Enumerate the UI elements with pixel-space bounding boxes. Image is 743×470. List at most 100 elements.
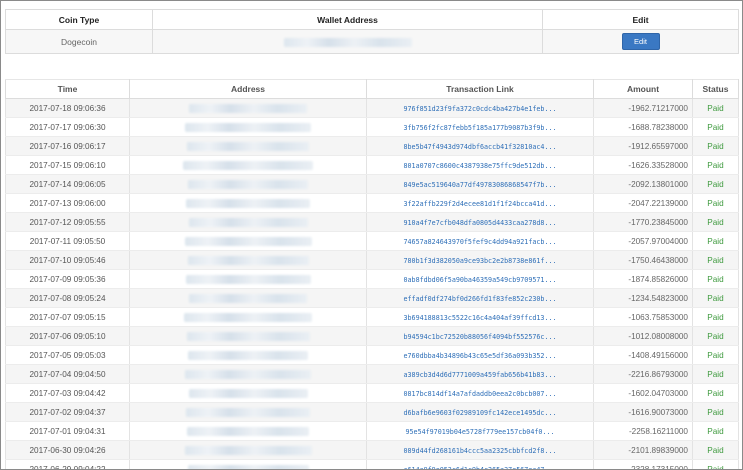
- transaction-link[interactable]: 849e5ac519640a77df49783086868547f7b...: [404, 181, 557, 189]
- time-cell: 2017-07-03 09:04:42: [5, 383, 130, 403]
- header-status: Status: [692, 79, 739, 99]
- transaction-link[interactable]: 089d44fd268161b4ccc5aa2325cbbfcd2f8...: [404, 447, 557, 455]
- transaction-link[interactable]: 801a0707c8600c4387938e75ffc9de512db...: [404, 162, 557, 170]
- amount-cell: -1616.90073000: [593, 402, 693, 422]
- status-cell: Paid: [692, 307, 739, 327]
- edit-cell: Edit: [542, 29, 739, 54]
- time-cell: 2017-06-30 09:04:26: [5, 440, 130, 460]
- wallet-table: Coin Type Wallet Address Edit Dogecoin E…: [5, 9, 739, 54]
- transaction-link[interactable]: 910a4f7e7cfb048dfa0805d4433caa278d8...: [404, 219, 557, 227]
- transaction-link[interactable]: a389cb3d4d6d7771009a459fab656b41b83...: [404, 371, 557, 379]
- amount-cell: -2216.86793000: [593, 364, 693, 384]
- address-redacted: [187, 255, 309, 265]
- amount-cell: -1602.04703000: [593, 383, 693, 403]
- status-cell: Paid: [692, 269, 739, 289]
- table-row: 2017-07-14 09:06:05 849e5ac519640a77df497…: [5, 174, 739, 194]
- address-cell: [129, 364, 367, 384]
- transaction-link-cell: 849e5ac519640a77df49783086868547f7b...: [366, 174, 594, 194]
- status-cell: Paid: [692, 440, 739, 460]
- amount-cell: -2258.16211000: [593, 421, 693, 441]
- table-row: 2017-07-15 09:06:10 801a0707c8600c4387938…: [5, 155, 739, 175]
- status-cell: Paid: [692, 326, 739, 346]
- time-cell: 2017-07-07 09:05:15: [5, 307, 130, 327]
- address-redacted: [188, 350, 308, 360]
- address-cell: [129, 326, 367, 346]
- transaction-link-cell: 3b694188813c5522c16c4a404af39ffcd13...: [366, 307, 594, 327]
- transaction-link[interactable]: 3fb756f2fc87febb5f185a177b9087b3f9b...: [404, 124, 557, 132]
- address-cell: [129, 174, 367, 194]
- table-row: 2017-07-11 09:05:50 74657a824643970f5fef9…: [5, 231, 739, 251]
- address-cell: [129, 155, 367, 175]
- table-row: 2017-07-07 09:05:15 3b694188813c5522c16c4…: [5, 307, 739, 327]
- transaction-link[interactable]: 74657a824643970f5fef9c4dd94a921facb...: [404, 238, 557, 246]
- wallet-header-row: Coin Type Wallet Address Edit: [5, 9, 739, 30]
- wallet-address-redacted: [283, 37, 412, 47]
- address-cell: [129, 250, 367, 270]
- address-cell: [129, 231, 367, 251]
- status-cell: Paid: [692, 117, 739, 137]
- time-cell: 2017-07-16 09:06:17: [5, 136, 130, 156]
- header-coin-type: Coin Type: [5, 9, 153, 30]
- status-cell: Paid: [692, 193, 739, 213]
- transaction-link-cell: 801a0707c8600c4387938e75ffc9de512db...: [366, 155, 594, 175]
- transaction-link[interactable]: 8be5b47f4943d974dbf6accb41f32810ac4...: [404, 143, 557, 151]
- table-row: 2017-07-08 09:05:24 effadf0df274bf0d266fd…: [5, 288, 739, 308]
- transaction-link[interactable]: 0817bc814df14a7afdaddb0eea2c0bcb007...: [404, 390, 557, 398]
- table-row: 2017-06-29 09:04:22 c614a9f9e053c6d1c9b4c…: [5, 459, 739, 470]
- address-cell: [129, 117, 367, 137]
- edit-button[interactable]: Edit: [621, 33, 660, 50]
- transaction-link[interactable]: e760dbba4b34896b43c65e5df36a093b352...: [404, 352, 557, 360]
- address-cell: [129, 269, 367, 289]
- address-redacted: [184, 236, 312, 246]
- time-cell: 2017-07-10 09:05:46: [5, 250, 130, 270]
- address-redacted: [185, 122, 311, 132]
- amount-cell: -2092.13801000: [593, 174, 693, 194]
- coin-type-cell: Dogecoin: [5, 29, 153, 54]
- address-cell: [129, 421, 367, 441]
- transaction-link-cell: 8be5b47f4943d974dbf6accb41f32810ac4...: [366, 136, 594, 156]
- time-cell: 2017-07-08 09:05:24: [5, 288, 130, 308]
- time-cell: 2017-07-13 09:06:00: [5, 193, 130, 213]
- table-row: 2017-07-02 09:04:37 d6bafb6e9603f02989109…: [5, 402, 739, 422]
- transaction-link[interactable]: d6bafb6e9603f02989109fc142ece1495dc...: [404, 409, 557, 417]
- address-redacted: [186, 407, 310, 417]
- transaction-link[interactable]: c614a9f9e053c6d1c9b4c265a37e567ec47...: [404, 466, 557, 470]
- transaction-link[interactable]: 3f22affb229f2d4ecee81d1f1f24bcca41d...: [404, 200, 557, 208]
- time-cell: 2017-07-15 09:06:10: [5, 155, 130, 175]
- transactions-body: 2017-07-18 09:06:36 976f851d23f9fa372c0cd…: [5, 98, 739, 470]
- address-redacted: [188, 179, 308, 189]
- address-redacted: [188, 388, 308, 398]
- transactions-header-row: Time Address Transaction Link Amount Sta…: [5, 79, 739, 99]
- amount-cell: -1750.46438000: [593, 250, 693, 270]
- amount-cell: -1063.75853000: [593, 307, 693, 327]
- transaction-link-cell: effadf0df274bf0d266fd1f83fe852c230b...: [366, 288, 594, 308]
- address-redacted: [189, 103, 307, 113]
- amount-cell: -1626.33528000: [593, 155, 693, 175]
- wallet-row: Dogecoin Edit: [5, 29, 739, 54]
- transaction-link-cell: a389cb3d4d6d7771009a459fab656b41b83...: [366, 364, 594, 384]
- address-redacted: [184, 445, 312, 455]
- header-time: Time: [5, 79, 130, 99]
- transaction-link[interactable]: b94594c1bc72520b88056f4094bf552576c...: [404, 333, 557, 341]
- status-cell: Paid: [692, 98, 739, 118]
- table-row: 2017-07-06 09:05:10 b94594c1bc72520b88056…: [5, 326, 739, 346]
- transaction-link[interactable]: 0ab8fdbd06f5a90ba46359a549cb9709571...: [404, 276, 557, 284]
- transaction-link[interactable]: 780b1f3d382050a9ce93bc2e2b8738e861f...: [404, 257, 557, 265]
- status-cell: Paid: [692, 459, 739, 469]
- time-cell: 2017-07-01 09:04:31: [5, 421, 130, 441]
- transaction-link[interactable]: 976f851d23f9fa372c0cdc4ba427b4e1feb...: [404, 105, 557, 113]
- address-redacted: [187, 426, 309, 436]
- address-cell: [129, 98, 367, 118]
- transaction-link-cell: 089d44fd268161b4ccc5aa2325cbbfcd2f8...: [366, 440, 594, 460]
- transactions-table: Time Address Transaction Link Amount Sta…: [5, 79, 739, 470]
- transaction-link[interactable]: 95e54f97019b04e5728f779ee157cb04f0...: [406, 428, 555, 436]
- status-cell: Paid: [692, 402, 739, 422]
- transaction-link-cell: 910a4f7e7cfb048dfa0805d4433caa278d8...: [366, 212, 594, 232]
- transaction-link[interactable]: effadf0df274bf0d266fd1f83fe852c230b...: [404, 295, 557, 303]
- address-cell: [129, 345, 367, 365]
- table-row: 2017-06-30 09:04:26 089d44fd268161b4ccc5a…: [5, 440, 739, 460]
- transaction-link[interactable]: 3b694188813c5522c16c4a404af39ffcd13...: [404, 314, 557, 322]
- amount-cell: -1234.54823000: [593, 288, 693, 308]
- transaction-link-cell: b94594c1bc72520b88056f4094bf552576c...: [366, 326, 594, 346]
- table-row: 2017-07-04 09:04:50 a389cb3d4d6d7771009a4…: [5, 364, 739, 384]
